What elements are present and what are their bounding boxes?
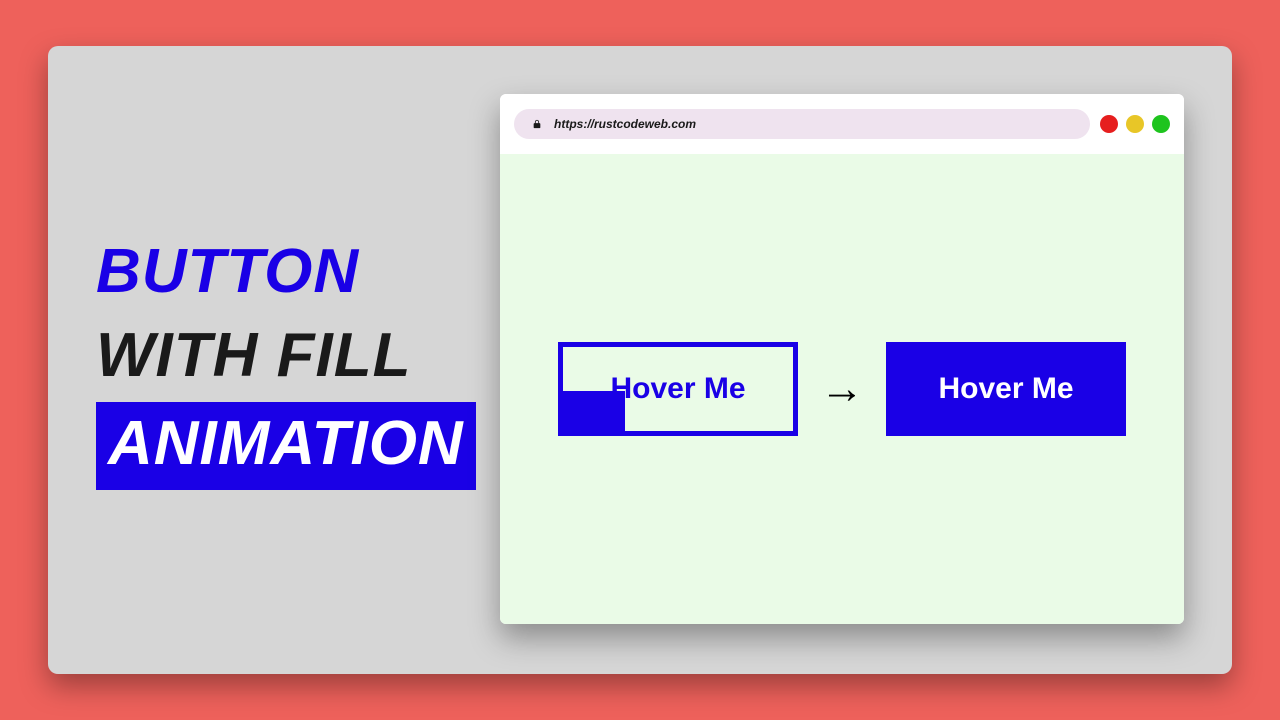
maximize-icon[interactable] — [1152, 115, 1170, 133]
browser-chrome: https://rustcodeweb.com — [500, 94, 1184, 154]
close-icon[interactable] — [1100, 115, 1118, 133]
arrow-right-icon: → — [820, 367, 864, 411]
url-text: https://rustcodeweb.com — [554, 117, 696, 131]
button-label: Hover Me — [938, 372, 1073, 406]
window-controls — [1100, 115, 1170, 133]
lock-icon — [532, 119, 542, 129]
browser-mockup: https://rustcodeweb.com Hover Me → Hover… — [500, 94, 1184, 624]
address-bar[interactable]: https://rustcodeweb.com — [514, 109, 1090, 139]
title-line-2: WITH FILL — [96, 314, 498, 398]
hover-button-after[interactable]: Hover Me — [886, 342, 1126, 436]
browser-viewport: Hover Me → Hover Me — [500, 154, 1184, 624]
minimize-icon[interactable] — [1126, 115, 1144, 133]
title-line-3: ANIMATION — [96, 402, 476, 490]
button-label: Hover Me — [610, 372, 745, 406]
title-line-1: BUTTON — [96, 230, 498, 314]
hover-button-before[interactable]: Hover Me — [558, 342, 798, 436]
content-card: BUTTON WITH FILL ANIMATION https://rustc… — [48, 46, 1232, 674]
title-block: BUTTON WITH FILL ANIMATION — [48, 230, 498, 489]
